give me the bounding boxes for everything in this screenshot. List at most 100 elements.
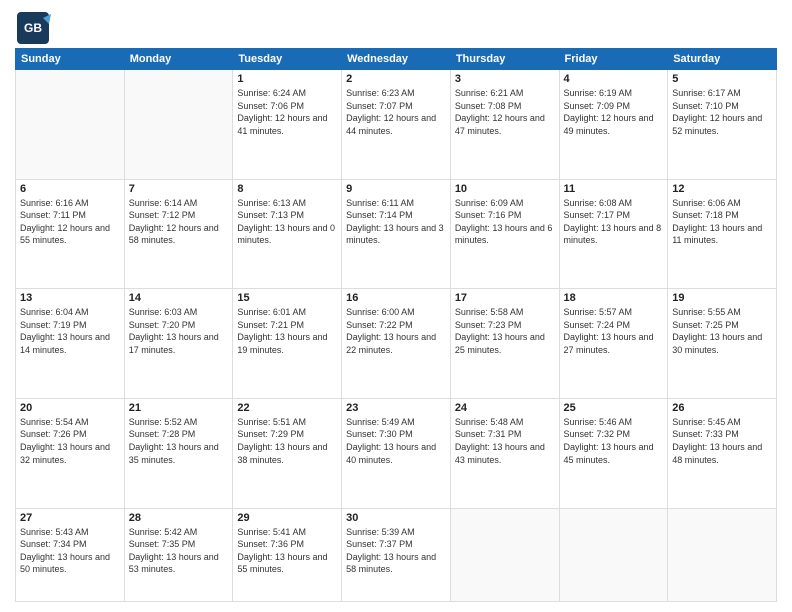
day-info: Sunrise: 5:52 AM Sunset: 7:28 PM Dayligh… bbox=[129, 416, 229, 466]
day-info: Sunrise: 6:08 AM Sunset: 7:17 PM Dayligh… bbox=[564, 197, 664, 247]
day-info: Sunrise: 6:01 AM Sunset: 7:21 PM Dayligh… bbox=[237, 306, 337, 356]
calendar-cell bbox=[668, 508, 777, 602]
calendar-cell: 9Sunrise: 6:11 AM Sunset: 7:14 PM Daylig… bbox=[342, 179, 451, 289]
day-number: 25 bbox=[564, 402, 664, 414]
calendar-cell bbox=[559, 508, 668, 602]
logo: GB bbox=[15, 10, 51, 42]
day-info: Sunrise: 6:04 AM Sunset: 7:19 PM Dayligh… bbox=[20, 306, 120, 356]
weekday-header: Thursday bbox=[450, 49, 559, 70]
day-number: 26 bbox=[672, 402, 772, 414]
day-info: Sunrise: 5:42 AM Sunset: 7:35 PM Dayligh… bbox=[129, 526, 229, 576]
day-info: Sunrise: 6:00 AM Sunset: 7:22 PM Dayligh… bbox=[346, 306, 446, 356]
day-number: 6 bbox=[20, 183, 120, 195]
calendar-week-row: 27 Sunrise: 5:43 AM Sunset: 7:34 PM Dayli… bbox=[16, 508, 777, 602]
calendar-week-row: 6 Sunrise: 6:16 AM Sunset: 7:11 PM Daylig… bbox=[16, 179, 777, 289]
calendar-header-row: SundayMondayTuesdayWednesdayThursdayFrid… bbox=[16, 49, 777, 70]
day-info: Sunrise: 6:14 AM Sunset: 7:12 PM Dayligh… bbox=[129, 197, 229, 247]
day-number: 14 bbox=[129, 292, 229, 304]
day-number: 16 bbox=[346, 292, 446, 304]
day-info: Sunrise: 5:58 AM Sunset: 7:23 PM Dayligh… bbox=[455, 306, 555, 356]
day-number: 7 bbox=[129, 183, 229, 195]
day-number: 13 bbox=[20, 292, 120, 304]
calendar-cell bbox=[450, 508, 559, 602]
day-info: Sunrise: 6:03 AM Sunset: 7:20 PM Dayligh… bbox=[129, 306, 229, 356]
day-number: 2 bbox=[346, 73, 446, 85]
day-info: Sunrise: 5:48 AM Sunset: 7:31 PM Dayligh… bbox=[455, 416, 555, 466]
day-number: 20 bbox=[20, 402, 120, 414]
weekday-header: Monday bbox=[124, 49, 233, 70]
day-info: Sunrise: 5:51 AM Sunset: 7:29 PM Dayligh… bbox=[237, 416, 337, 466]
day-number: 22 bbox=[237, 402, 337, 414]
calendar-cell: 2 Sunrise: 6:23 AM Sunset: 7:07 PM Daylig… bbox=[342, 70, 451, 180]
day-info: Sunrise: 6:11 AM Sunset: 7:14 PM Dayligh… bbox=[346, 197, 446, 247]
day-number: 17 bbox=[455, 292, 555, 304]
calendar-cell: 4Sunrise: 6:19 AM Sunset: 7:09 PM Daylig… bbox=[559, 70, 668, 180]
day-number: 24 bbox=[455, 402, 555, 414]
calendar-cell: 17 Sunrise: 5:58 AM Sunset: 7:23 PM Dayli… bbox=[450, 289, 559, 399]
calendar-cell: 14 Sunrise: 6:03 AM Sunset: 7:20 PM Dayli… bbox=[124, 289, 233, 399]
day-info: Sunrise: 5:41 AM Sunset: 7:36 PM Dayligh… bbox=[237, 526, 337, 576]
calendar-cell: 16 Sunrise: 6:00 AM Sunset: 7:22 PM Dayli… bbox=[342, 289, 451, 399]
day-info: Sunrise: 6:13 AM Sunset: 7:13 PM Dayligh… bbox=[237, 197, 337, 247]
calendar-cell: 30Sunrise: 5:39 AM Sunset: 7:37 PM Dayli… bbox=[342, 508, 451, 602]
day-info: Sunrise: 6:23 AM Sunset: 7:07 PM Dayligh… bbox=[346, 87, 446, 137]
calendar-cell: 11Sunrise: 6:08 AM Sunset: 7:17 PM Dayli… bbox=[559, 179, 668, 289]
calendar-cell: 6 Sunrise: 6:16 AM Sunset: 7:11 PM Daylig… bbox=[16, 179, 125, 289]
day-number: 27 bbox=[20, 512, 120, 524]
day-number: 10 bbox=[455, 183, 555, 195]
svg-text:GB: GB bbox=[24, 21, 42, 35]
day-number: 12 bbox=[672, 183, 772, 195]
calendar-cell: 20 Sunrise: 5:54 AM Sunset: 7:26 PM Dayli… bbox=[16, 398, 125, 508]
day-number: 19 bbox=[672, 292, 772, 304]
calendar-cell: 7 Sunrise: 6:14 AM Sunset: 7:12 PM Daylig… bbox=[124, 179, 233, 289]
logo-icon: GB bbox=[15, 10, 47, 42]
day-info: Sunrise: 6:06 AM Sunset: 7:18 PM Dayligh… bbox=[672, 197, 772, 247]
day-info: Sunrise: 6:17 AM Sunset: 7:10 PM Dayligh… bbox=[672, 87, 772, 137]
calendar-cell: 8 Sunrise: 6:13 AM Sunset: 7:13 PM Daylig… bbox=[233, 179, 342, 289]
weekday-header: Saturday bbox=[668, 49, 777, 70]
day-number: 3 bbox=[455, 73, 555, 85]
calendar: SundayMondayTuesdayWednesdayThursdayFrid… bbox=[15, 48, 777, 602]
calendar-cell: 3 Sunrise: 6:21 AM Sunset: 7:08 PM Daylig… bbox=[450, 70, 559, 180]
day-info: Sunrise: 6:21 AM Sunset: 7:08 PM Dayligh… bbox=[455, 87, 555, 137]
day-info: Sunrise: 5:55 AM Sunset: 7:25 PM Dayligh… bbox=[672, 306, 772, 356]
calendar-cell: 29 Sunrise: 5:41 AM Sunset: 7:36 PM Dayli… bbox=[233, 508, 342, 602]
day-number: 30 bbox=[346, 512, 446, 524]
calendar-cell: 22 Sunrise: 5:51 AM Sunset: 7:29 PM Dayli… bbox=[233, 398, 342, 508]
calendar-cell: 28 Sunrise: 5:42 AM Sunset: 7:35 PM Dayli… bbox=[124, 508, 233, 602]
day-number: 28 bbox=[129, 512, 229, 524]
day-number: 15 bbox=[237, 292, 337, 304]
day-number: 23 bbox=[346, 402, 446, 414]
calendar-week-row: 1Sunrise: 6:24 AM Sunset: 7:06 PM Daylig… bbox=[16, 70, 777, 180]
day-info: Sunrise: 6:24 AM Sunset: 7:06 PM Dayligh… bbox=[237, 87, 337, 137]
day-number: 4 bbox=[564, 73, 664, 85]
weekday-header: Wednesday bbox=[342, 49, 451, 70]
calendar-cell: 12 Sunrise: 6:06 AM Sunset: 7:18 PM Dayli… bbox=[668, 179, 777, 289]
calendar-cell: 15 Sunrise: 6:01 AM Sunset: 7:21 PM Dayli… bbox=[233, 289, 342, 399]
day-info: Sunrise: 6:09 AM Sunset: 7:16 PM Dayligh… bbox=[455, 197, 555, 247]
day-info: Sunrise: 5:43 AM Sunset: 7:34 PM Dayligh… bbox=[20, 526, 120, 576]
calendar-cell: 27 Sunrise: 5:43 AM Sunset: 7:34 PM Dayli… bbox=[16, 508, 125, 602]
page: GB SundayMondayTuesdayWednesdayThursdayF… bbox=[0, 0, 792, 612]
calendar-cell: 13 Sunrise: 6:04 AM Sunset: 7:19 PM Dayli… bbox=[16, 289, 125, 399]
calendar-cell bbox=[16, 70, 125, 180]
day-info: Sunrise: 6:16 AM Sunset: 7:11 PM Dayligh… bbox=[20, 197, 120, 247]
weekday-header: Friday bbox=[559, 49, 668, 70]
day-number: 5 bbox=[672, 73, 772, 85]
day-number: 29 bbox=[237, 512, 337, 524]
calendar-cell: 24 Sunrise: 5:48 AM Sunset: 7:31 PM Dayli… bbox=[450, 398, 559, 508]
day-number: 21 bbox=[129, 402, 229, 414]
calendar-cell: 5 Sunrise: 6:17 AM Sunset: 7:10 PM Daylig… bbox=[668, 70, 777, 180]
calendar-cell: 21 Sunrise: 5:52 AM Sunset: 7:28 PM Dayli… bbox=[124, 398, 233, 508]
calendar-week-row: 20 Sunrise: 5:54 AM Sunset: 7:26 PM Dayli… bbox=[16, 398, 777, 508]
day-info: Sunrise: 5:54 AM Sunset: 7:26 PM Dayligh… bbox=[20, 416, 120, 466]
calendar-cell: 26Sunrise: 5:45 AM Sunset: 7:33 PM Dayli… bbox=[668, 398, 777, 508]
day-number: 8 bbox=[237, 183, 337, 195]
day-info: Sunrise: 5:57 AM Sunset: 7:24 PM Dayligh… bbox=[564, 306, 664, 356]
weekday-header: Sunday bbox=[16, 49, 125, 70]
calendar-cell: 25Sunrise: 5:46 AM Sunset: 7:32 PM Dayli… bbox=[559, 398, 668, 508]
calendar-cell bbox=[124, 70, 233, 180]
calendar-week-row: 13 Sunrise: 6:04 AM Sunset: 7:19 PM Dayli… bbox=[16, 289, 777, 399]
header: GB bbox=[15, 10, 777, 42]
calendar-cell: 1Sunrise: 6:24 AM Sunset: 7:06 PM Daylig… bbox=[233, 70, 342, 180]
